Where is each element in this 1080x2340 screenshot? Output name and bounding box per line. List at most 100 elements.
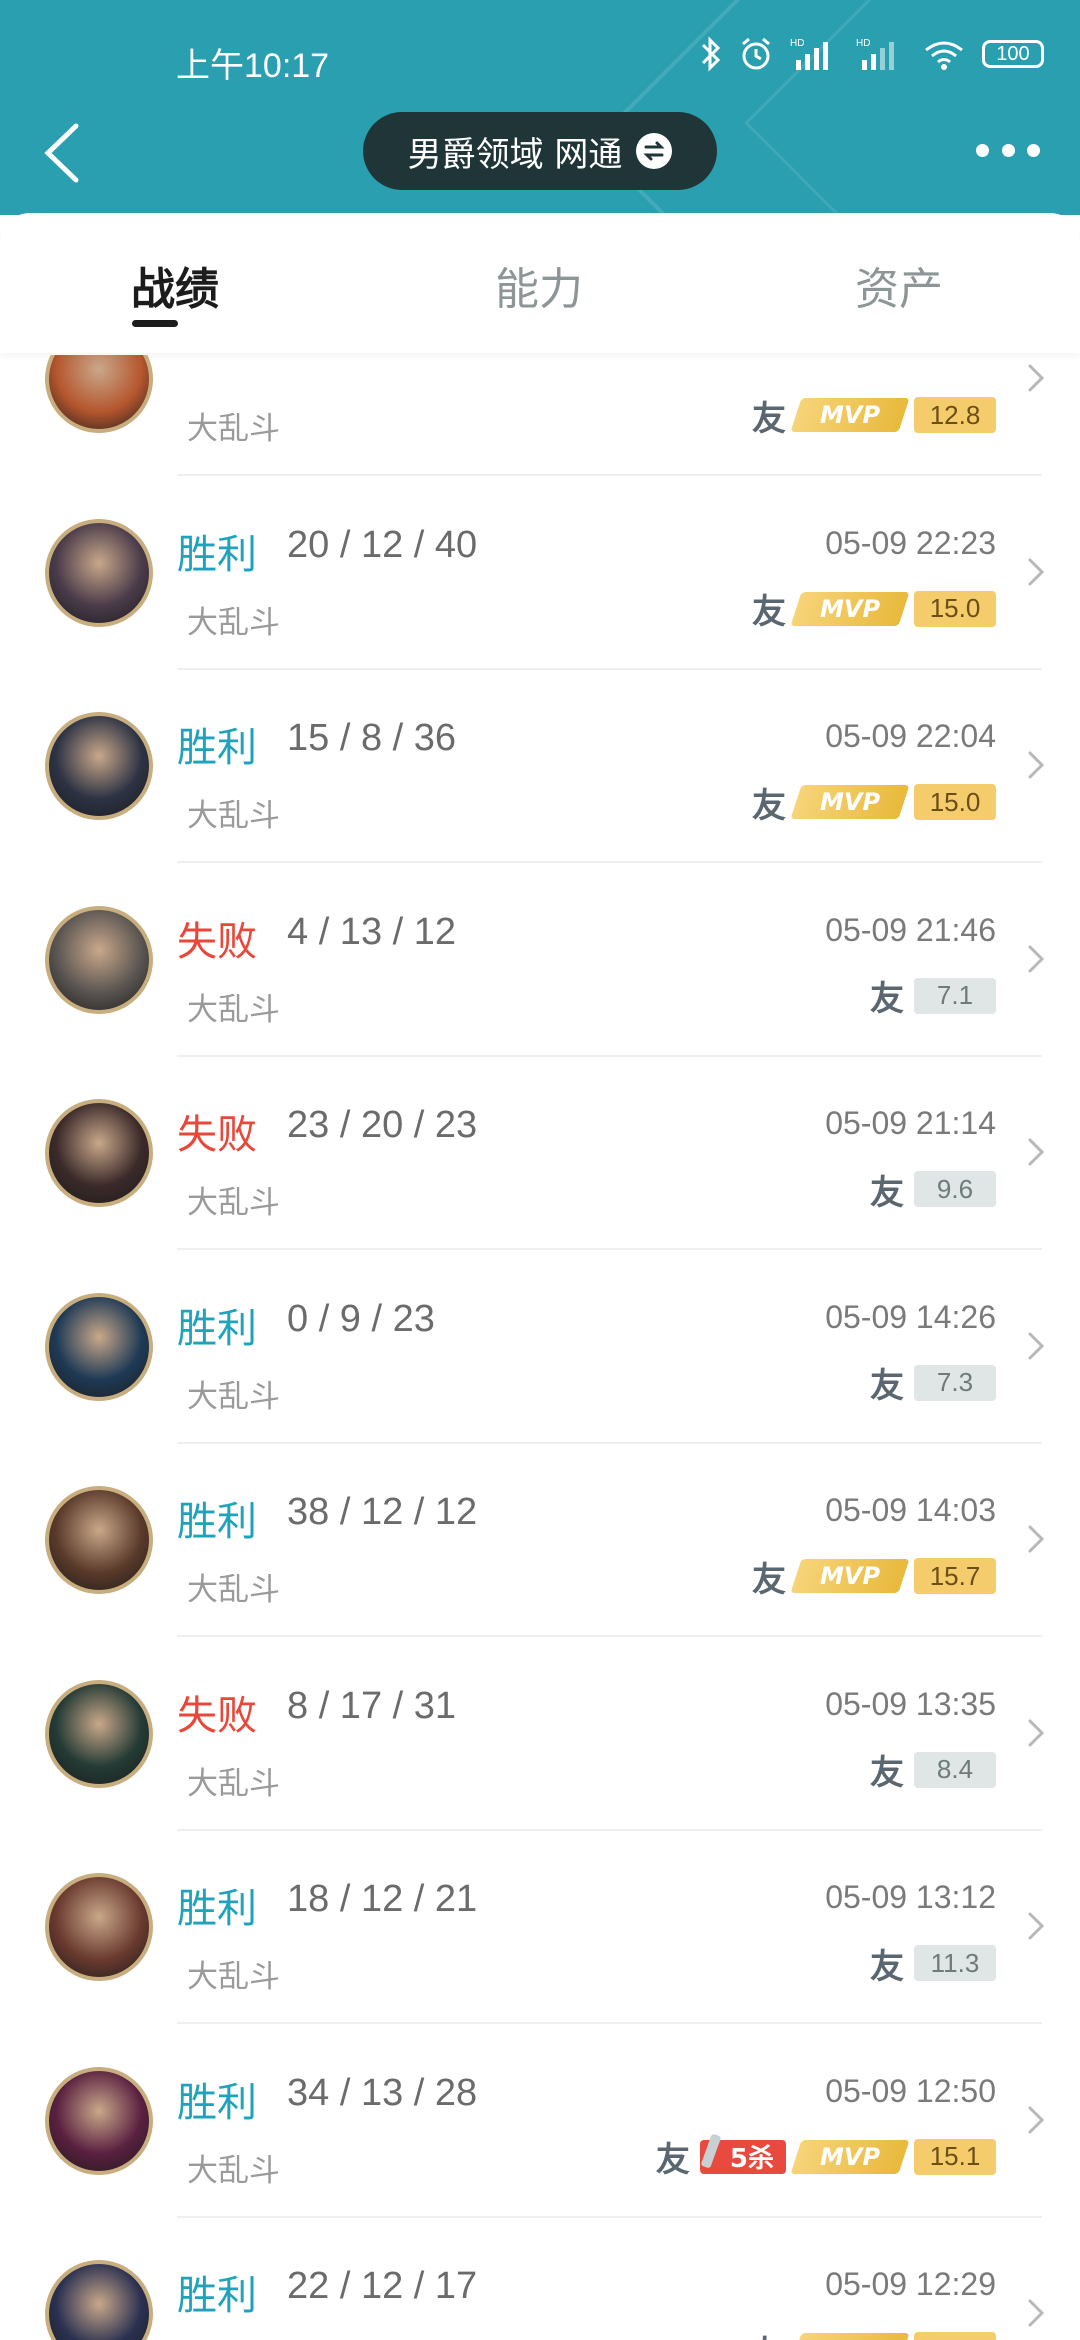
match-row[interactable]: 失败 8 / 17 / 31 05-09 13:35 大乱斗 友 8.4 xyxy=(0,1638,1080,1831)
match-score: 15.7 xyxy=(914,1558,996,1594)
match-row[interactable]: 胜利 15 / 8 / 36 05-09 22:04 大乱斗 友 MVP 15.0 xyxy=(0,670,1080,863)
tab-record[interactable]: 战绩 xyxy=(131,253,219,317)
match-kda: 23 / 20 / 23 xyxy=(287,1104,478,1146)
match-badges: 友 MVP 12.8 xyxy=(752,395,996,439)
match-time: 05-09 13:12 xyxy=(825,1879,996,1915)
mvp-badge: MVP xyxy=(790,785,910,819)
mvp-label: MVP xyxy=(819,2142,881,2171)
match-time: 05-09 21:14 xyxy=(825,1105,996,1141)
match-result: 胜利 xyxy=(177,1886,257,1932)
match-result: 失败 xyxy=(177,1112,257,1158)
match-mode: 大乱斗 xyxy=(187,411,280,447)
friend-badge: 友 xyxy=(655,2140,690,2180)
match-mode: 大乱斗 xyxy=(187,1378,280,1415)
match-row[interactable]: 失败 23 / 20 / 23 05-09 21:14 大乱斗 友 9.6 xyxy=(0,1057,1080,1250)
friend-badge: 友 xyxy=(870,1753,904,1793)
mvp-label: MVP xyxy=(820,2336,880,2340)
status-icons: HD HD 100 xyxy=(700,36,1044,72)
tab-ability[interactable]: 能力 xyxy=(495,253,583,317)
match-time: 05-09 14:03 xyxy=(825,1492,996,1528)
match-score: 9.6 xyxy=(914,1171,996,1207)
mvp-label: MVP xyxy=(819,594,881,623)
match-score: 12.8 xyxy=(914,397,996,433)
champion-avatar xyxy=(45,1099,153,1207)
match-mode: 大乱斗 xyxy=(187,1959,280,1995)
chevron-left-icon xyxy=(44,123,79,183)
match-kda: 15 / 8 / 36 xyxy=(287,717,457,759)
match-badges: 友 8.4 xyxy=(870,1750,996,1793)
tab-assets[interactable]: 资产 xyxy=(855,253,943,317)
champion-avatar xyxy=(45,905,153,1014)
battery-icon: 100 xyxy=(982,40,1044,68)
friend-badge: 友 xyxy=(752,398,786,439)
friend-badge: 友 xyxy=(752,592,786,632)
match-result: 胜利 xyxy=(177,1499,257,1545)
match-row[interactable]: 胜利 18 / 12 / 21 05-09 13:12 大乱斗 友 11.3 xyxy=(0,1831,1080,2024)
signal-hd-icon: HD xyxy=(790,38,828,70)
match-mode: 大乱斗 xyxy=(187,991,280,1028)
champion-avatar xyxy=(45,1292,153,1401)
match-result: 胜利 xyxy=(177,2273,257,2319)
wifi-icon xyxy=(925,41,963,70)
match-row[interactable]: 大乱斗 友 MVP 12.8 xyxy=(0,355,1080,476)
more-button[interactable] xyxy=(976,140,1040,160)
match-score: 15.6 xyxy=(914,2332,996,2340)
back-button[interactable] xyxy=(40,118,90,188)
more-dot-icon xyxy=(1001,143,1015,157)
swap-icon xyxy=(636,133,673,169)
mvp-badge: MVP xyxy=(790,591,910,626)
match-score: 7.3 xyxy=(914,1364,996,1401)
match-result: 失败 xyxy=(177,1692,257,1739)
match-score: 11.3 xyxy=(914,1945,996,1981)
chevron-right-icon xyxy=(1028,1332,1045,1359)
match-kda: 20 / 12 / 40 xyxy=(287,523,478,566)
match-badges: 友 7.3 xyxy=(870,1363,996,1406)
champion-avatar xyxy=(45,1486,153,1594)
match-kda: 34 / 13 / 28 xyxy=(287,2071,478,2114)
match-mode: 大乱斗 xyxy=(187,1572,280,1608)
match-badges: 友 MVP 15.0 xyxy=(752,782,996,826)
champion-avatar xyxy=(45,2066,153,2175)
friend-badge: 友 xyxy=(870,1366,904,1406)
chevron-right-icon xyxy=(1028,1138,1045,1166)
match-score: 15.0 xyxy=(914,590,996,627)
match-row[interactable]: 失败 4 / 13 / 12 05-09 21:46 大乱斗 友 7.1 xyxy=(0,864,1080,1057)
match-badges: 友MVP15.6 xyxy=(752,2330,996,2340)
match-score: 15.0 xyxy=(914,784,996,820)
match-badges: 友 9.6 xyxy=(870,1169,996,1213)
match-row[interactable]: 胜利22 / 12 / 1705-09 12:29大乱斗友MVP15.6 xyxy=(0,2218,1080,2340)
signal-hd-icon: HD xyxy=(856,38,894,70)
match-row[interactable]: 胜利 34 / 13 / 28 05-09 12:50 大乱斗 友 5杀 MVP 15.1 xyxy=(0,2025,1080,2218)
match-kda: 22 / 12 / 17 xyxy=(287,2265,478,2307)
status-time: 上午10:17 xyxy=(176,47,330,85)
match-time: 05-09 14:26 xyxy=(825,1298,996,1335)
match-kda: 18 / 12 / 21 xyxy=(287,1878,478,1920)
match-result: 胜利 xyxy=(177,2079,257,2126)
match-row[interactable]: 胜利 0 / 9 / 23 05-09 14:26 大乱斗 友 7.3 xyxy=(0,1251,1080,1444)
friend-badge: 友 xyxy=(870,1946,904,1987)
friend-badge: 友 xyxy=(752,1559,786,1600)
match-badges: 友 11.3 xyxy=(870,1943,996,1987)
match-mode: 大乱斗 xyxy=(187,1765,280,1802)
match-time: 05-09 21:46 xyxy=(825,911,996,948)
server-label: 男爵领域 网通 xyxy=(407,134,623,175)
mvp-badge: MVP xyxy=(790,2333,910,2340)
tab-indicator xyxy=(132,320,178,327)
chevron-right-icon xyxy=(1028,2106,1045,2133)
match-row[interactable]: 胜利 20 / 12 / 40 05-09 22:23 大乱斗 友 MVP 15.0 xyxy=(0,477,1080,670)
friend-badge: 友 xyxy=(870,979,904,1019)
match-badges: 友 7.1 xyxy=(870,976,996,1019)
champion-avatar xyxy=(45,712,153,820)
chevron-right-icon xyxy=(1028,1525,1045,1553)
chevron-right-icon xyxy=(1028,751,1045,779)
match-time: 05-09 12:50 xyxy=(825,2072,996,2109)
svg-text:HD: HD xyxy=(790,38,804,49)
champion-avatar xyxy=(45,1873,153,1981)
more-dot-icon xyxy=(976,143,989,157)
server-switcher[interactable]: 男爵领域 网通 xyxy=(363,112,717,190)
match-row[interactable]: 胜利 38 / 12 / 12 05-09 14:03 大乱斗 友 MVP 15.7 xyxy=(0,1444,1080,1637)
match-result: 胜利 xyxy=(177,531,257,578)
mvp-label: MVP xyxy=(819,1562,881,1590)
match-mode: 大乱斗 xyxy=(187,1185,280,1221)
match-list[interactable]: 大乱斗友 MVP 12.8 胜利 20 / 12 / 40 05-09 22:23 大乱斗友… xyxy=(0,355,1080,2340)
